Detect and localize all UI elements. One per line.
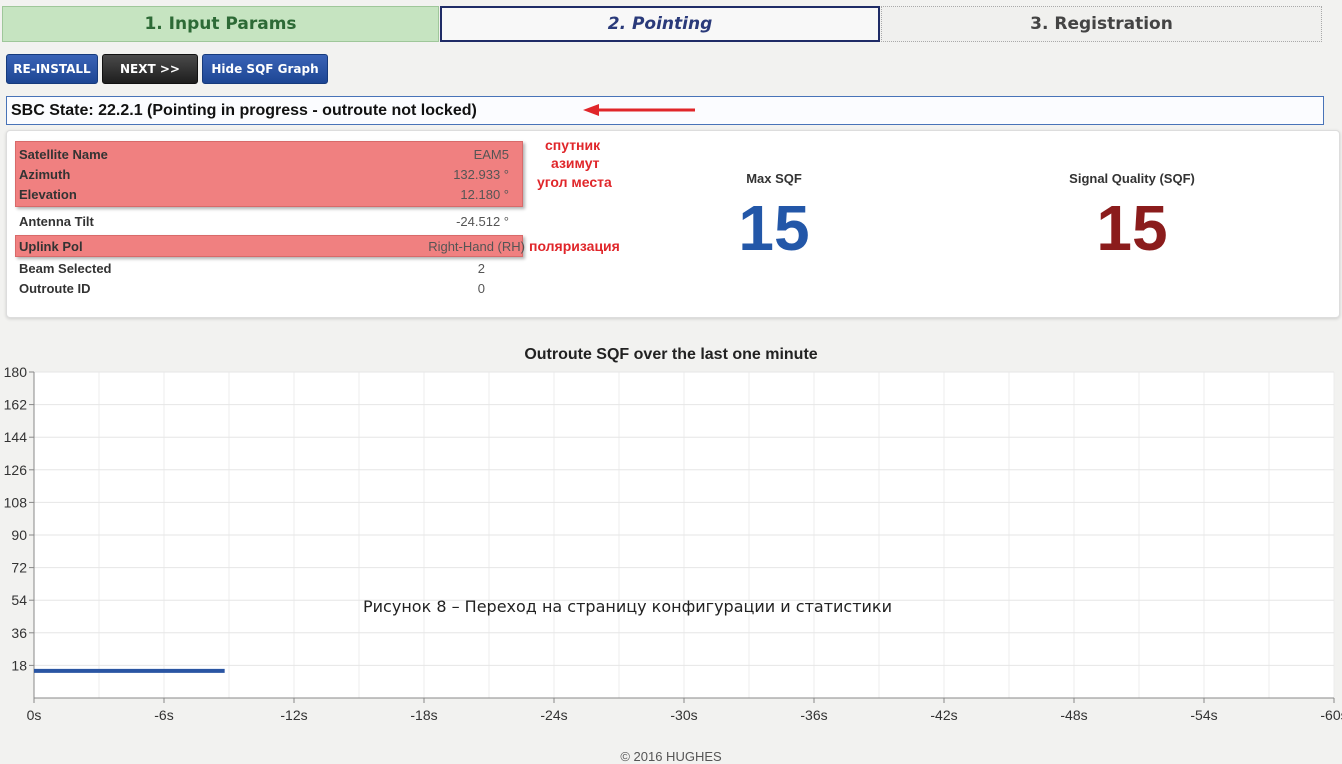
y-tick-label: 90 (11, 527, 27, 543)
param-label: Elevation (19, 186, 77, 202)
footer-copyright: © 2016 HUGHES (620, 749, 722, 764)
sqf-line-chart: 180 162 144 126 108 90 72 54 36 18 0s -6s -12s -18s -2… (4, 364, 1342, 723)
y-tick-label: 18 (11, 657, 27, 673)
param-value: 12.180 ° (460, 186, 509, 202)
signal-quality-label: Signal Quality (SQF) (1069, 171, 1195, 186)
x-tick-label: -6s (154, 707, 173, 723)
tab-input-params[interactable]: 1. Input Params (2, 6, 439, 42)
annotation-elevation: угол места (537, 174, 612, 190)
max-sqf-metric: Max SQF 15 (699, 171, 849, 260)
x-tick-label: -54s (1190, 707, 1217, 723)
wizard-tabs: 1. Input Params 2. Pointing 3. Registrat… (0, 0, 1322, 45)
figure-caption: Рисунок 8 – Переход на страницу конфигур… (363, 597, 892, 616)
param-row: Antenna Tilt -24.512 ° (19, 211, 529, 231)
annotation-polarization: поляризация (529, 238, 620, 254)
annotation-satellite: спутник (545, 137, 601, 153)
x-tick-label: -18s (410, 707, 437, 723)
y-tick-label: 72 (11, 560, 27, 576)
reinstall-button[interactable]: RE-INSTALL (6, 54, 98, 84)
x-tick-label: -24s (540, 707, 567, 723)
signal-quality-metric: Signal Quality (SQF) 15 (1032, 171, 1232, 260)
param-value: EAM5 (473, 146, 509, 162)
param-label: Satellite Name (19, 146, 108, 162)
tab-pointing[interactable]: 2. Pointing (440, 6, 880, 42)
param-value: 2 (477, 260, 485, 276)
param-label: Outroute ID (19, 280, 91, 296)
y-tick-label: 54 (11, 592, 27, 608)
next-button[interactable]: NEXT >> (102, 54, 198, 84)
param-value: 132.933 ° (453, 166, 509, 182)
x-tick-label: -36s (800, 707, 827, 723)
param-value: Right-Hand (RH) (428, 238, 525, 254)
y-tick-label: 162 (4, 397, 28, 413)
param-value: -24.512 ° (456, 213, 509, 229)
x-tick-label: -12s (280, 707, 307, 723)
tab-registration[interactable]: 3. Registration (881, 6, 1322, 42)
y-tick-label: 126 (4, 462, 28, 478)
signal-quality-value: 15 (1096, 192, 1168, 264)
param-row: Elevation 12.180 ° (19, 184, 529, 204)
y-tick-label: 108 (4, 494, 28, 510)
x-tick-label: 0s (27, 707, 42, 723)
max-sqf-label: Max SQF (746, 171, 802, 186)
x-tick-label: -42s (930, 707, 957, 723)
param-row: Outroute ID 0 (19, 278, 529, 298)
param-row: Beam Selected 2 (19, 258, 529, 278)
param-label: Beam Selected (19, 260, 112, 276)
param-row: Uplink Pol Right-Hand (RH) (19, 236, 529, 256)
y-tick-label: 144 (4, 429, 28, 445)
x-tick-label: -30s (670, 707, 697, 723)
param-label: Azimuth (19, 166, 71, 182)
sbc-state-text: SBC State: 22.2.1 (Pointing in progress … (11, 101, 477, 119)
param-row: Satellite Name EAM5 (19, 144, 529, 164)
red-arrow-icon (583, 104, 695, 116)
param-label: Antenna Tilt (19, 213, 94, 229)
y-tick-label: 36 (11, 625, 27, 641)
pointing-panel: Satellite Name EAM5 Azimuth 132.933 ° El… (6, 130, 1340, 318)
x-tick-label: -60s (1320, 707, 1342, 723)
max-sqf-value: 15 (738, 192, 810, 264)
hide-sqf-graph-button[interactable]: Hide SQF Graph (202, 54, 328, 84)
annotation-azimuth: азимут (551, 155, 600, 171)
param-value: 0 (477, 280, 485, 296)
param-row: Azimuth 132.933 ° (19, 164, 529, 184)
y-tick-label: 180 (4, 364, 28, 380)
param-label: Uplink Pol (19, 238, 83, 254)
action-toolbar: RE-INSTALL NEXT >> Hide SQF Graph (6, 54, 328, 84)
x-tick-label: -48s (1060, 707, 1087, 723)
